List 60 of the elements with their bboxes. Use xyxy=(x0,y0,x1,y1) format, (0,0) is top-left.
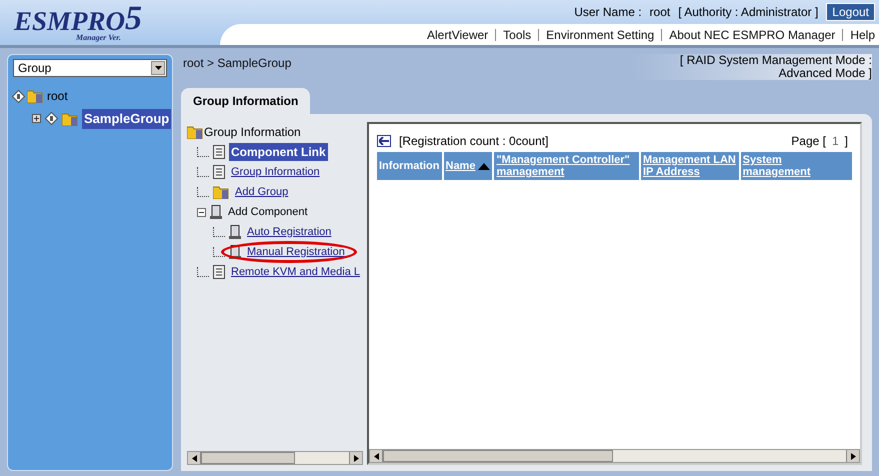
scroll-thumb[interactable] xyxy=(201,452,295,464)
folder-icon xyxy=(27,89,43,103)
menu-link[interactable]: Add Group xyxy=(233,184,290,200)
document-icon xyxy=(213,265,225,279)
document-icon xyxy=(213,145,225,159)
column-header: Information xyxy=(377,152,442,180)
nav-link[interactable]: Tools xyxy=(503,26,532,44)
menu-link[interactable]: Remote KVM and Media L xyxy=(229,264,362,280)
logout-button[interactable]: Logout xyxy=(826,3,875,21)
horizontal-scrollbar[interactable] xyxy=(369,449,860,463)
folder-icon xyxy=(62,112,78,126)
tree-connector-icon xyxy=(197,147,209,157)
collapse-toggle-icon[interactable] xyxy=(197,208,206,216)
nav-link[interactable]: Environment Setting xyxy=(546,26,654,44)
logo-version: 5 xyxy=(125,4,142,34)
logo-name: ESMPRO xyxy=(14,8,126,34)
scroll-thumb[interactable] xyxy=(383,450,613,462)
horizontal-scrollbar[interactable] xyxy=(187,451,363,465)
tree-node[interactable]: root xyxy=(45,87,70,105)
menu-item[interactable]: Component Link xyxy=(229,143,328,161)
tree-connector-icon xyxy=(197,267,209,277)
tree-connector-icon xyxy=(213,247,225,257)
back-arrow-icon[interactable] xyxy=(377,135,391,147)
scroll-right-icon[interactable] xyxy=(846,450,859,462)
server-icon xyxy=(210,205,222,219)
folder-icon xyxy=(213,185,229,199)
diamond-icon xyxy=(12,90,25,102)
nav-link[interactable]: Help xyxy=(850,26,875,44)
tree-connector-icon xyxy=(213,227,225,237)
tab[interactable]: Group Information xyxy=(181,88,310,114)
menu-link[interactable]: Auto Registration xyxy=(245,224,334,240)
diamond-icon xyxy=(45,112,58,126)
registration-count: [Registration count : 0count] xyxy=(399,133,548,150)
expand-toggle-icon[interactable] xyxy=(32,114,41,124)
user-label: User Name : xyxy=(574,4,642,21)
menu-link[interactable]: Group Information xyxy=(229,164,322,180)
scroll-left-icon[interactable] xyxy=(370,450,383,462)
server-icon xyxy=(229,245,241,259)
tree-connector-icon xyxy=(197,187,209,197)
menu-link[interactable]: Manual Registration xyxy=(245,244,347,260)
sort-ascending-icon[interactable] xyxy=(478,162,490,170)
nav-link[interactable]: AlertViewer xyxy=(427,26,488,44)
page-number[interactable]: 1 xyxy=(832,132,839,150)
scroll-right-icon[interactable] xyxy=(349,452,362,464)
page-label: Page [ xyxy=(791,133,826,150)
document-icon xyxy=(213,165,225,179)
menu-title: Group Information xyxy=(204,124,301,141)
user-name: root xyxy=(650,4,670,21)
tree-node[interactable]: SampleGroup xyxy=(82,109,172,128)
breadcrumb: root > SampleGroup xyxy=(182,55,292,72)
logo-subtitle: Manager Ver. xyxy=(75,34,122,42)
authority-label: [ Authority : Administrator ] xyxy=(678,4,818,21)
folder-icon xyxy=(187,125,203,139)
menu-item[interactable]: Add Component xyxy=(226,204,310,220)
nav-link[interactable]: About NEC ESMPRO Manager xyxy=(669,26,836,44)
tree-connector-icon xyxy=(197,167,209,177)
server-icon xyxy=(229,225,241,239)
group-dropdown[interactable]: Group xyxy=(13,59,167,77)
scroll-left-icon[interactable] xyxy=(188,452,201,464)
page-bracket: ] xyxy=(844,133,848,150)
